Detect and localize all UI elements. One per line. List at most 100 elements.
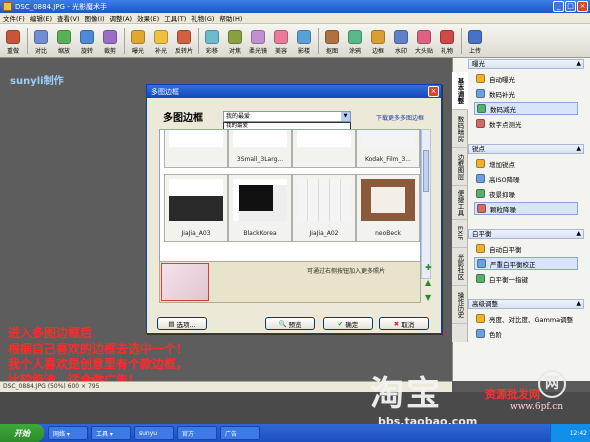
tab-4[interactable]: EXIF <box>452 220 468 248</box>
frame-thumbnail[interactable]: BlackKorea <box>228 174 292 242</box>
toolbar-button-6[interactable]: 补光 <box>150 25 172 57</box>
adjust-label: 数码减光 <box>490 105 516 114</box>
up-arrow-icon[interactable]: ▲ <box>425 278 432 287</box>
cancel-button[interactable]: ✖ 取消 <box>379 317 429 330</box>
frame-thumbnail[interactable] <box>292 130 356 168</box>
toolbar-button-18[interactable]: 礼物 <box>436 25 458 57</box>
adjust-item[interactable]: 白平衡一指键 <box>474 272 578 285</box>
menu-item[interactable]: 效果(E) <box>137 13 159 23</box>
adjust-item[interactable]: 色阶 <box>474 327 578 340</box>
chevron-up-icon[interactable]: ▲ <box>576 60 581 68</box>
dialog-heading: 多图边框 <box>163 113 203 124</box>
menu-item[interactable]: 工具(T) <box>164 13 186 23</box>
toolbar-button-2[interactable]: 缩放 <box>53 25 75 57</box>
menu-item[interactable]: 图像(I) <box>85 13 105 23</box>
toolbar-button-7[interactable]: 反转片 <box>173 25 195 57</box>
tab-0[interactable]: 基本调整 <box>452 72 468 110</box>
minimize-button[interactable]: _ <box>553 1 564 12</box>
toolbar-button-17[interactable]: 大头贴 <box>413 25 435 57</box>
menu-item[interactable]: 查看(V) <box>57 13 80 23</box>
menu-item[interactable]: 礼物(G) <box>191 13 214 23</box>
down-arrow-icon[interactable]: ▼ <box>425 293 432 302</box>
adjust-item[interactable]: 严重白平衡校正 <box>474 257 578 270</box>
section-header[interactable]: 高级调整 ▲ <box>468 299 584 309</box>
menu-item[interactable]: 文件(F) <box>3 13 25 23</box>
chevron-up-icon[interactable]: ▲ <box>576 230 581 238</box>
taskbar-button[interactable]: 官方 <box>177 426 217 440</box>
chevron-up-icon[interactable]: ▲ <box>576 300 581 308</box>
toolbar-label: 对比 <box>34 48 47 55</box>
toolbar-button-5[interactable]: 曝光 <box>127 25 149 57</box>
section-header[interactable]: 锐点 ▲ <box>468 144 584 154</box>
taskbar-button[interactable]: 广告 <box>220 426 260 440</box>
preview-icon: 🔍 <box>278 319 287 328</box>
tab-3[interactable]: 便捷工具 <box>452 186 468 220</box>
section-header[interactable]: 曝光 ▲ <box>468 59 584 69</box>
adjust-item[interactable]: 高ISO降噪 <box>474 172 578 185</box>
scroll-thumb[interactable] <box>423 150 429 192</box>
menu-item[interactable]: 编辑(E) <box>30 13 52 23</box>
dialog-close-button[interactable]: × <box>428 86 439 97</box>
toolbar-button-10[interactable]: 柔光镜 <box>247 25 269 57</box>
taskbar-button[interactable]: 工具 ▾ <box>91 426 131 440</box>
frame-thumbnail[interactable]: neoBeck <box>356 174 420 242</box>
toolbar-button-11[interactable]: 美容 <box>270 25 292 57</box>
adjust-icon <box>476 274 485 283</box>
grid-scrollbar[interactable] <box>421 129 431 279</box>
frame-thumbnail[interactable]: JiaJia_A02 <box>292 174 356 242</box>
selected-photo-thumb[interactable] <box>161 263 209 301</box>
adjust-item[interactable]: 增加锐点 <box>474 157 578 170</box>
chevron-down-icon[interactable]: ▼ <box>341 112 350 121</box>
frame-thumbnail[interactable]: 3Small_3Larg... <box>228 130 292 168</box>
adjust-item[interactable]: 夜景抑噪 <box>474 187 578 200</box>
toolbar-button-16[interactable]: 水印 <box>390 25 412 57</box>
section-header[interactable]: 白平衡 ▲ <box>468 229 584 239</box>
toolbar-label: 裁剪 <box>103 48 116 55</box>
adjust-icon <box>476 244 485 253</box>
tab-2[interactable]: 边框图层 <box>452 148 468 186</box>
frame-thumbnail[interactable] <box>164 130 228 168</box>
adjust-item[interactable]: 颗粒降噪 <box>474 202 578 215</box>
frame-thumbnail[interactable]: JiaJia_A03 <box>164 174 228 242</box>
tab-5[interactable]: 光影社区 <box>452 248 468 286</box>
menu-item[interactable]: 帮助(H) <box>219 13 242 23</box>
frame-thumbnail[interactable]: Kodak_Film_3... <box>356 130 420 168</box>
tool-icon <box>177 30 191 44</box>
toolbar-button-4[interactable]: 裁剪 <box>99 25 121 57</box>
adjust-item[interactable]: 自动白平衡 <box>474 242 578 255</box>
toolbar-button-0[interactable]: 重做 <box>2 25 24 57</box>
close-button[interactable]: × <box>577 1 588 12</box>
chevron-up-icon[interactable]: ▲ <box>576 145 581 153</box>
toolbar-button-8[interactable]: 彩移 <box>201 25 223 57</box>
taskbar-button[interactable]: 网络 ▾ <box>48 426 88 440</box>
toolbar-button-9[interactable]: 对焦 <box>224 25 246 57</box>
preview-button[interactable]: 🔍 预览 <box>265 317 315 330</box>
adjust-item[interactable]: 数码补光 <box>474 87 578 100</box>
adjust-icon <box>476 74 485 83</box>
tool-icon <box>131 30 145 44</box>
adjust-label: 数码补光 <box>489 90 515 99</box>
frame-thumbnail-grid: 3Small_3Larg... Kodak_Film_3... JiaJia_A03… <box>159 129 421 279</box>
menu-item[interactable]: 调整(A) <box>110 13 133 23</box>
toolbar-button-13[interactable]: 抠图 <box>321 25 343 57</box>
tool-icon <box>325 30 339 44</box>
toolbar-button-15[interactable]: 边框 <box>367 25 389 57</box>
toolbar-button-3[interactable]: 旋转 <box>76 25 98 57</box>
maximize-button[interactable]: □ <box>565 1 576 12</box>
tab-1[interactable]: 数码暗房 <box>452 110 468 148</box>
start-button[interactable]: 开始 <box>0 424 44 442</box>
ok-button[interactable]: ✔ 确定 <box>323 317 373 330</box>
add-photo-icon[interactable]: ✚ <box>425 263 432 272</box>
adjust-item[interactable]: 亮度、对比度、Gamma调整 <box>474 312 578 325</box>
adjust-item[interactable]: 数字点测光 <box>474 117 578 130</box>
toolbar-button-14[interactable]: 涂鸦 <box>344 25 366 57</box>
frame-category-select[interactable]: 我的最爱 ▼ <box>223 111 351 122</box>
tab-6[interactable]: 操作历史 <box>452 286 468 324</box>
toolbar-button-12[interactable]: 影楼 <box>293 25 315 57</box>
taskbar-button[interactable]: sunyu <box>134 426 174 440</box>
toolbar-button-1[interactable]: 对比 <box>30 25 52 57</box>
adjust-item[interactable]: 自动曝光 <box>474 72 578 85</box>
adjust-item[interactable]: 数码减光 <box>474 102 578 115</box>
toolbar-button-19[interactable]: 上传 <box>464 25 486 57</box>
download-more-link[interactable]: 下载更多多图边框 <box>376 113 424 122</box>
